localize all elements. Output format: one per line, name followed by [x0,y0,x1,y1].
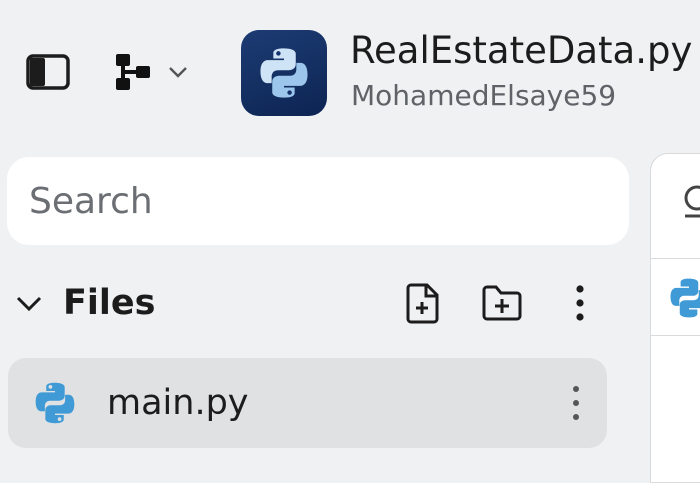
file-item-label: main.py [107,383,249,423]
new-file-button[interactable] [398,278,448,328]
chevron-down-icon [169,67,187,78]
editor-panel [650,153,700,483]
files-more-button[interactable] [555,278,605,328]
search-icon [684,185,700,218]
files-section-title: Files [63,283,156,323]
repl-owner[interactable]: MohamedElsaye59 [351,78,616,114]
repl-logo [241,30,327,116]
python-icon [670,278,700,318]
sidebar-toggle-icon [26,54,70,90]
panel-divider [651,335,700,336]
new-file-icon [406,283,439,324]
search-input[interactable] [7,157,629,245]
new-folder-button[interactable] [477,278,527,328]
chevron-down-icon [16,296,42,312]
sidebar-toggle-button[interactable] [22,50,74,94]
new-folder-icon [482,285,522,321]
file-item-more-button[interactable] [560,378,592,428]
repl-title[interactable]: RealEstateData.py [350,28,692,74]
git-branch-icon [116,54,150,90]
python-icon [260,48,308,98]
python-icon [35,382,75,424]
panel-divider [651,258,700,259]
more-vertical-icon [576,285,584,321]
files-collapse-button[interactable] [14,288,44,318]
version-control-button[interactable] [112,46,202,98]
more-vertical-icon [573,386,579,420]
file-item-main-py[interactable]: main.py [8,358,607,448]
